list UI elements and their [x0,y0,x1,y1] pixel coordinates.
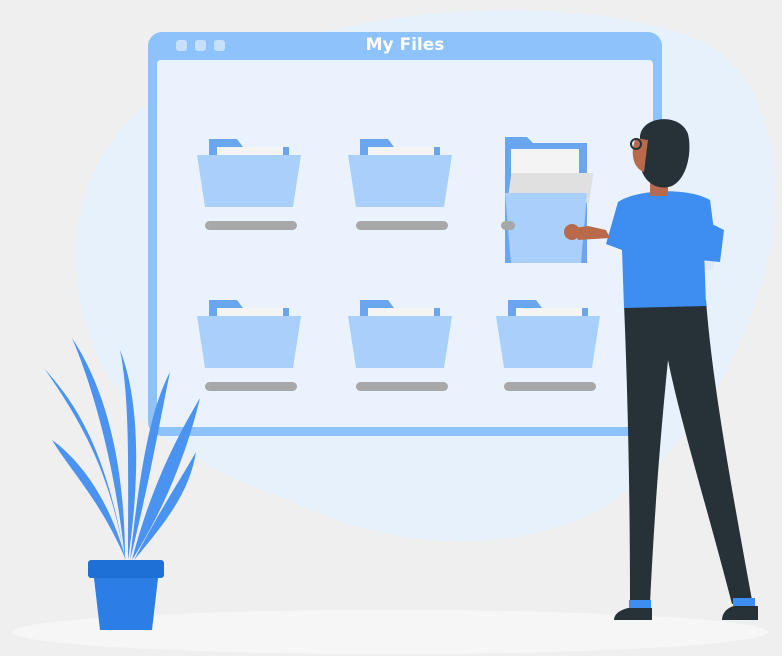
plant-illustration [44,338,200,630]
pot [94,578,158,630]
pot-rim [88,560,164,578]
illustration-scene: My Files [0,0,782,656]
plant-leaves [44,338,200,560]
